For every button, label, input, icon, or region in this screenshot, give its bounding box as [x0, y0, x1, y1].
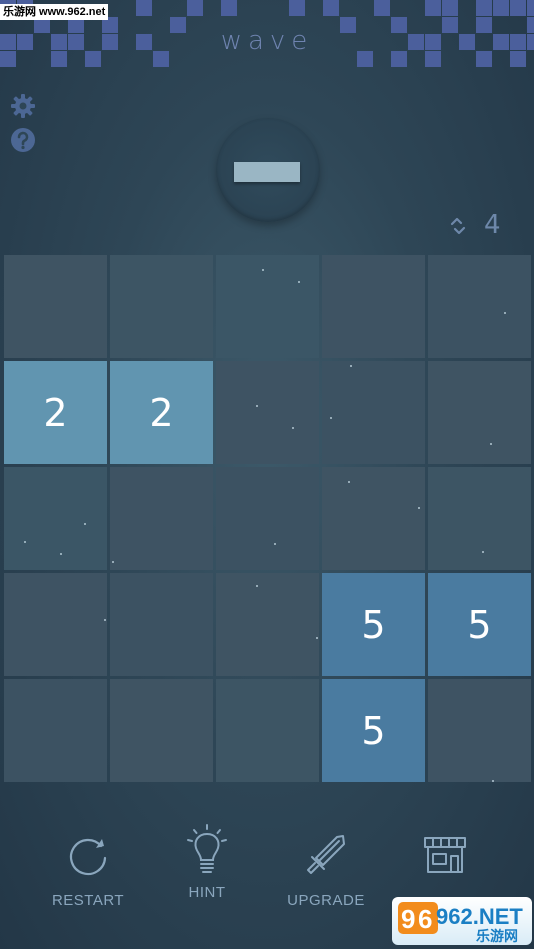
mosaic-cell [493, 0, 509, 16]
mosaic-cell [476, 0, 492, 16]
board-tile[interactable]: 5 [322, 573, 425, 676]
sparkle [84, 523, 86, 525]
hint-button[interactable]: HINT [152, 824, 262, 901]
sparkle [60, 553, 62, 555]
shop-icon [424, 837, 466, 873]
swap-icon [446, 214, 470, 238]
board-tile[interactable] [4, 467, 107, 570]
board-tile[interactable] [4, 573, 107, 676]
sparkle [504, 312, 506, 314]
watermark-top: 乐游网 www.962.net [0, 4, 109, 20]
board-tile[interactable] [216, 573, 319, 676]
shop-button[interactable] [390, 832, 500, 878]
mosaic-cell [425, 0, 441, 16]
tile-value: 5 [361, 602, 386, 647]
sparkle [492, 780, 494, 782]
board-tile[interactable] [216, 361, 319, 464]
tile-value: 5 [361, 708, 386, 753]
board-tile[interactable] [4, 255, 107, 358]
board-tile[interactable] [216, 467, 319, 570]
game-title: wave [220, 26, 314, 56]
sparkle [262, 269, 264, 271]
moves-count: 4 [484, 210, 501, 240]
board-tile[interactable] [216, 255, 319, 358]
board-tile[interactable]: 2 [4, 361, 107, 464]
mosaic-cell [527, 0, 534, 16]
board-tile[interactable] [4, 679, 107, 782]
board-tile[interactable] [322, 467, 425, 570]
sparkle [490, 443, 492, 445]
board-tile[interactable] [110, 255, 213, 358]
restart-label: RESTART [51, 892, 125, 909]
sparkle [292, 427, 294, 429]
sword-icon [307, 835, 345, 874]
upgrade-button[interactable]: UPGRADE [271, 832, 381, 909]
mosaic-cell [221, 0, 237, 16]
tile-value: 2 [149, 390, 174, 435]
svg-text:6: 6 [418, 904, 432, 934]
sparkle [350, 365, 352, 367]
sparkle [112, 561, 114, 563]
restart-button[interactable]: RESTART [33, 832, 143, 909]
sparkle [256, 585, 258, 587]
help-icon[interactable] [10, 127, 36, 153]
mosaic-cell [136, 0, 152, 16]
mosaic-cell [510, 0, 526, 16]
sparkle [274, 543, 276, 545]
sparkle [330, 417, 332, 419]
board-tile[interactable] [110, 573, 213, 676]
tile-value: 5 [467, 602, 492, 647]
board-tile[interactable]: 2 [110, 361, 213, 464]
mosaic-cell [442, 0, 458, 16]
watermark-logo: 9 6 962.NET 乐游网 [392, 897, 532, 945]
watermark-logo-bottom: 乐游网 [476, 928, 518, 945]
sparkle [348, 481, 350, 483]
watermark-logo-top: 962.NET [436, 904, 523, 929]
mosaic-cell [374, 0, 390, 16]
mosaic-cell [289, 0, 305, 16]
hint-label: HINT [188, 884, 226, 901]
sparkle [24, 541, 26, 543]
restart-icon [69, 838, 107, 876]
sparkle [256, 405, 258, 407]
sparkle [316, 637, 318, 639]
board-tile[interactable] [322, 255, 425, 358]
upgrade-label: UPGRADE [287, 892, 365, 909]
board-tile[interactable] [428, 467, 531, 570]
gear-icon[interactable] [10, 93, 36, 119]
board-tile[interactable] [428, 679, 531, 782]
sparkle [298, 281, 300, 283]
board-tile[interactable]: 5 [428, 573, 531, 676]
next-tile-bar [234, 162, 300, 182]
sparkle [418, 507, 420, 509]
tile-value: 2 [43, 390, 68, 435]
game-board: 2 2 5 5 5 [4, 255, 531, 782]
mosaic-cell [187, 0, 203, 16]
sparkle [482, 551, 484, 553]
sparkle [104, 619, 106, 621]
board-tile[interactable] [216, 679, 319, 782]
lightbulb-icon [187, 824, 227, 873]
board-tile[interactable] [110, 679, 213, 782]
board-tile[interactable] [110, 467, 213, 570]
board-tile[interactable] [322, 361, 425, 464]
svg-text:9: 9 [401, 904, 415, 934]
board-tile[interactable] [428, 361, 531, 464]
board-tile[interactable] [428, 255, 531, 358]
board-tile[interactable]: 5 [322, 679, 425, 782]
mosaic-cell [323, 0, 339, 16]
